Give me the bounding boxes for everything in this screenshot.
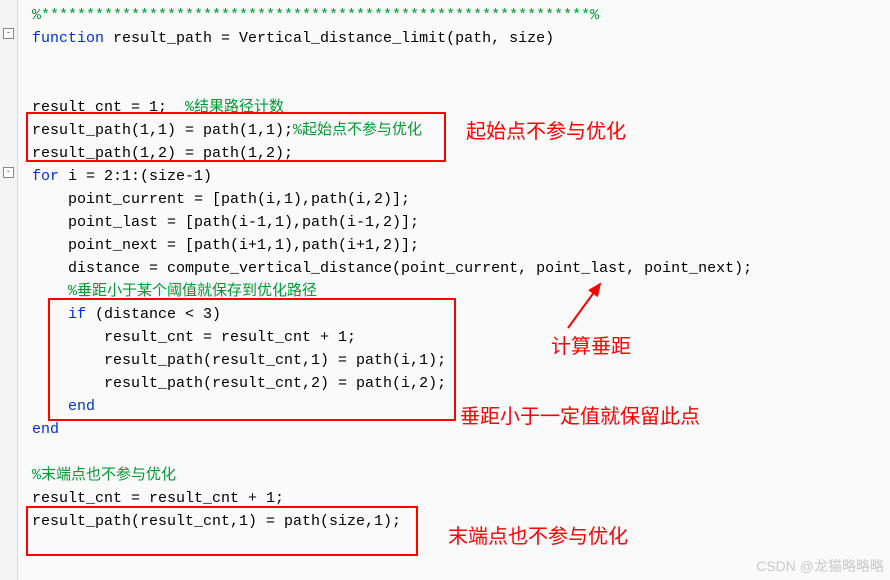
code-line: result_path(1,2) = path(1,2);	[32, 142, 890, 165]
code-line: %垂距小于某个阈值就保存到优化路径	[32, 280, 890, 303]
code-text: result_cnt = 1;	[32, 99, 185, 116]
fold-toggle-function[interactable]: -	[3, 28, 14, 39]
code-line: for i = 2:1:(size-1)	[32, 165, 890, 188]
comment: %结果路径计数	[185, 99, 284, 116]
editor-gutter: - -	[0, 0, 18, 580]
comment: %***************************************…	[32, 7, 599, 24]
comment: %垂距小于某个阈值就保存到优化路径	[68, 283, 317, 300]
code-line: result_cnt = result_cnt + 1;	[32, 326, 890, 349]
keyword-for: for	[32, 168, 59, 185]
code-text: result_path(1,1) = path(1,1);	[32, 122, 293, 139]
keyword-end: end	[32, 398, 95, 415]
code-line: distance = compute_vertical_distance(poi…	[32, 257, 890, 280]
code-text: (distance < 3)	[86, 306, 221, 323]
code-line: end	[32, 418, 890, 441]
code-line: end	[32, 395, 890, 418]
keyword-end: end	[32, 421, 59, 438]
code-line: %***************************************…	[32, 4, 890, 27]
code-line: result_path(result_cnt,1) = path(size,1)…	[32, 510, 890, 533]
code-line: result_path(result_cnt,1) = path(i,1);	[32, 349, 890, 372]
code-line: point_current = [path(i,1),path(i,2)];	[32, 188, 890, 211]
comment: %起始点不参与优化	[293, 122, 422, 139]
code-line: %末端点也不参与优化	[32, 464, 890, 487]
code-line: result_cnt = 1; %结果路径计数	[32, 96, 890, 119]
code-text: i = 2:1:(size-1)	[59, 168, 212, 185]
fold-toggle-for[interactable]: -	[3, 167, 14, 178]
code-line: point_last = [path(i-1,1),path(i-1,2)];	[32, 211, 890, 234]
code-line: result_cnt = result_cnt + 1;	[32, 487, 890, 510]
code-line: function result_path = Vertical_distance…	[32, 27, 890, 50]
code-line: point_next = [path(i+1,1),path(i+1,2)];	[32, 234, 890, 257]
code-editor[interactable]: %***************************************…	[18, 0, 890, 533]
comment: %末端点也不参与优化	[32, 467, 176, 484]
code-line	[32, 73, 890, 96]
code-line: if (distance < 3)	[32, 303, 890, 326]
code-line	[32, 50, 890, 73]
code-line	[32, 441, 890, 464]
code-line: result_path(result_cnt,2) = path(i,2);	[32, 372, 890, 395]
keyword-if: if	[32, 306, 86, 323]
keyword-function: function	[32, 30, 104, 47]
watermark: CSDN @龙猫略略略	[756, 556, 884, 576]
code-line: result_path(1,1) = path(1,1);%起始点不参与优化	[32, 119, 890, 142]
code-text: result_path = Vertical_distance_limit(pa…	[104, 30, 554, 47]
